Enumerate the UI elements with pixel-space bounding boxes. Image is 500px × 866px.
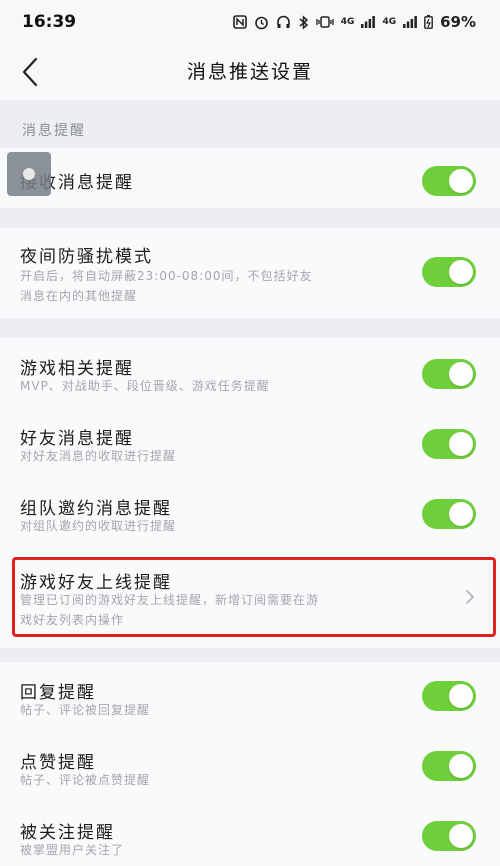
row-desc: 对组队邀约的收取进行提醒: [20, 519, 177, 533]
toggle-team-invite[interactable]: [422, 499, 476, 529]
headset-icon: [276, 15, 290, 28]
row-friend-messages: 好友消息提醒 对好友消息的收取进行提醒: [0, 408, 500, 478]
chevron-right-icon: [466, 590, 475, 604]
row-like: 点赞提醒 帖子、评论被点赞提醒: [0, 732, 500, 802]
toggle-knob: [449, 260, 473, 284]
toggle-knob: [449, 502, 473, 526]
row-desc: 管理已订阅的游戏好友上线提醒，新增订阅需要在游戏好友列表内操作: [20, 593, 320, 627]
row-receive-messages: 接收消息提醒: [0, 148, 500, 208]
signal-icon: [403, 16, 417, 28]
toggle-knob: [449, 362, 473, 386]
group-community: 回复提醒 帖子、评论被回复提醒 点赞提醒 帖子、评论被点赞提醒 被关注提醒 被掌…: [0, 662, 500, 866]
signal-icon: [361, 16, 376, 28]
row-desc: 被掌盟用户关注了: [20, 843, 125, 857]
row-desc: MVP、对战助手、段位晋级、游戏任务提醒: [20, 379, 270, 393]
row-game-related: 游戏相关提醒 MVP、对战助手、段位晋级、游戏任务提醒: [0, 338, 500, 408]
nfc-icon: [232, 15, 247, 29]
page-title: 消息推送设置: [186, 61, 313, 83]
section-header-messages: 消息提醒: [22, 123, 86, 139]
toggle-knob: [449, 824, 473, 848]
group-night-mode: 夜间防骚扰模式 开启后，将自动屏蔽23:00-08:00间，不包括好友消息在内的…: [0, 228, 500, 318]
toggle-follow[interactable]: [422, 821, 476, 851]
status-icons: 4G 4G 69%: [232, 13, 476, 31]
row-desc: 对好友消息的收取进行提醒: [20, 449, 177, 463]
network-4g-1: 4G: [340, 16, 355, 27]
floating-dot-icon: [23, 168, 35, 180]
toggle-receive-messages[interactable]: [422, 166, 476, 196]
group-game: 游戏相关提醒 MVP、对战助手、段位晋级、游戏任务提醒 好友消息提醒 对好友消息…: [0, 338, 500, 648]
toggle-reply[interactable]: [422, 681, 476, 711]
toggle-friend-messages[interactable]: [422, 429, 476, 459]
alarm-icon: [254, 16, 268, 29]
back-arrow-icon: [22, 57, 38, 87]
status-time: 16:39: [22, 12, 77, 32]
status-bar: 16:39 4G 4G 69%: [0, 0, 500, 44]
toggle-knob: [449, 754, 473, 778]
nav-bar: 消息推送设置: [0, 44, 500, 100]
toggle-night-mode[interactable]: [422, 257, 476, 287]
row-friend-online[interactable]: 游戏好友上线提醒 管理已订阅的游戏好友上线提醒，新增订阅需要在游戏好友列表内操作: [0, 558, 500, 638]
row-title: 夜间防骚扰模式: [20, 247, 153, 267]
toggle-knob: [449, 432, 473, 456]
row-reply: 回复提醒 帖子、评论被回复提醒: [0, 662, 500, 732]
bluetooth-icon: [299, 14, 308, 30]
toggle-knob: [449, 169, 473, 193]
row-desc: 帖子、评论被点赞提醒: [20, 773, 151, 787]
back-button[interactable]: [12, 54, 48, 90]
battery-icon: [424, 15, 433, 29]
row-desc: 帖子、评论被回复提醒: [20, 703, 151, 717]
toggle-like[interactable]: [422, 751, 476, 781]
battery-level: 69%: [440, 13, 476, 31]
row-team-invite: 组队邀约消息提醒 对组队邀约的收取进行提醒: [0, 478, 500, 548]
row-night-mode: 夜间防骚扰模式 开启后，将自动屏蔽23:00-08:00间，不包括好友消息在内的…: [0, 228, 500, 318]
toggle-game-related[interactable]: [422, 359, 476, 389]
network-4g-2: 4G: [382, 16, 397, 27]
vibrate-icon: [316, 16, 334, 28]
toggle-knob: [449, 684, 473, 708]
floating-assist-button[interactable]: [7, 152, 51, 196]
row-desc: 开启后，将自动屏蔽23:00-08:00间，不包括好友消息在内的其他提醒: [20, 269, 313, 303]
group-receive: 接收消息提醒: [0, 148, 500, 208]
row-follow: 被关注提醒 被掌盟用户关注了: [0, 802, 500, 866]
